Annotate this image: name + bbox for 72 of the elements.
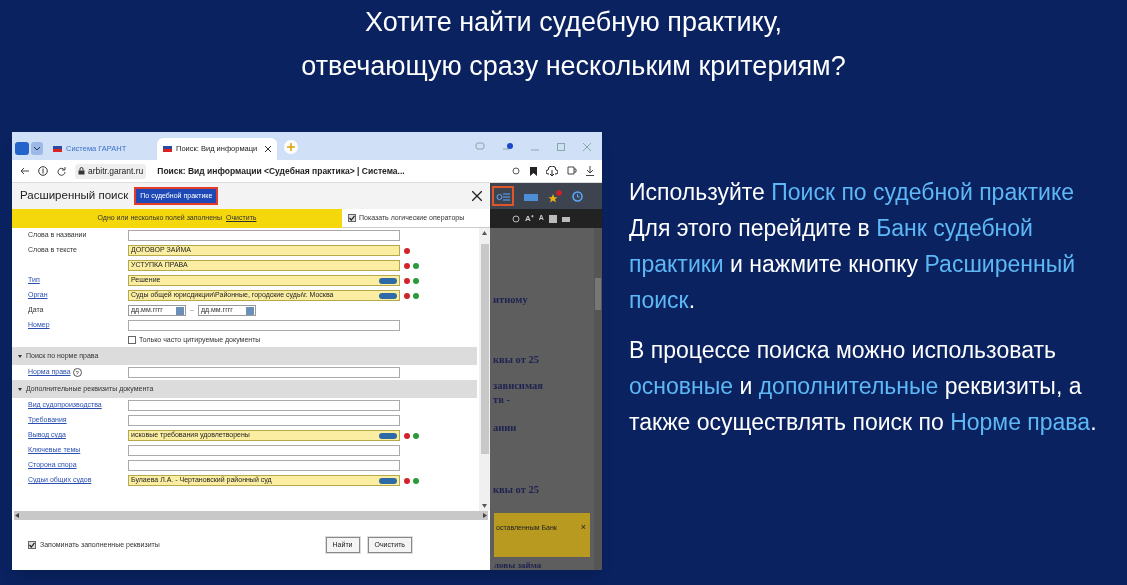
notification-dot-icon[interactable] [503,143,513,151]
add-icon[interactable] [413,477,419,484]
search-icon[interactable] [512,166,521,176]
url-field[interactable]: arbitr.garant.ru [75,163,147,179]
add-icon[interactable] [413,432,419,439]
page-scrollbar[interactable] [594,228,602,570]
scroll-thumb[interactable] [480,244,489,454]
reload-icon[interactable] [57,166,66,176]
dropdown-button[interactable] [31,142,43,155]
remove-icon[interactable] [404,432,410,439]
history-icon[interactable] [572,190,583,202]
remove-icon[interactable] [404,247,410,254]
back-arrow-icon[interactable] [20,167,29,175]
remove-icon[interactable] [404,262,410,269]
search-list-icon [496,191,510,201]
remove-icon[interactable] [404,477,410,484]
caret-icon [34,146,40,151]
dropdown-pill-icon[interactable] [379,432,397,439]
font-increase-button[interactable]: A⁺ [525,212,534,225]
page-text: ании [492,422,518,434]
add-icon[interactable] [413,277,419,284]
search-list-button[interactable] [492,186,514,206]
flag-icon [163,146,172,152]
input-field[interactable] [128,445,400,456]
scroll-up-icon[interactable] [482,230,487,236]
dialog-title: Расширенный поиск [20,188,129,204]
page-title: Поиск: Вид информации <Судебная практика> | Система... [157,164,405,178]
dropdown-pill-icon[interactable] [379,277,397,284]
bookmark-icon[interactable] [530,166,537,176]
scroll-right-icon[interactable] [482,513,487,518]
remove-icon[interactable] [404,292,410,299]
page-text: квы от 25 [492,484,540,496]
calendar-icon [176,306,184,315]
input-field[interactable] [128,400,400,411]
calendar-icon [245,306,254,315]
triangle-icon [18,354,22,358]
star-badge-icon[interactable] [548,189,562,203]
flag-icon [53,146,62,152]
close-icon[interactable] [265,146,271,152]
slide-title: Хотите найти судебную практику, отвечающую сразу нескольким критериям? [300,6,847,83]
remove-icon[interactable] [404,277,410,284]
add-icon[interactable] [413,292,419,299]
checkbox[interactable] [28,541,36,549]
input-field[interactable] [128,415,400,426]
page-text: тв - [492,394,511,406]
vertical-scrollbar[interactable] [479,228,490,511]
plus-icon [287,143,295,151]
input-field[interactable] [128,230,400,241]
input-field[interactable] [128,460,400,471]
input-field[interactable] [128,367,400,378]
scroll-left-icon[interactable] [15,513,20,518]
page-text: зависимая [492,380,544,392]
add-icon[interactable] [413,262,419,269]
page-text: квы от 25 [492,354,540,366]
instruction-paragraph: В процессе поиска можно использовать основные и дополнительные реквизиты, а также осуществлять поиск по Норме права. [629,336,1098,437]
checkbox[interactable] [348,214,356,222]
page-text: ловы займа [494,560,542,570]
toast-close-button[interactable]: × [580,523,586,532]
dropdown-pill-icon[interactable] [379,292,397,299]
dropdown-pill-icon[interactable] [379,477,397,484]
instruction-paragraph: Используйте Поиск по судебной практике Для этого перейдите в Банк судебной практики и нажмите кнопку Расширенный поиск. [629,178,1077,315]
lock-icon [78,167,85,175]
close-icon[interactable] [472,191,482,201]
input-field[interactable] [128,320,400,331]
horizontal-scrollbar[interactable] [14,511,488,520]
triangle-icon [18,387,22,391]
page-text: итному [492,294,529,306]
download-icon[interactable] [586,166,594,176]
scroll-thumb[interactable] [595,278,601,310]
cloud-download-icon[interactable] [546,166,558,176]
scroll-down-icon[interactable] [482,503,487,509]
checkbox[interactable] [128,336,136,344]
